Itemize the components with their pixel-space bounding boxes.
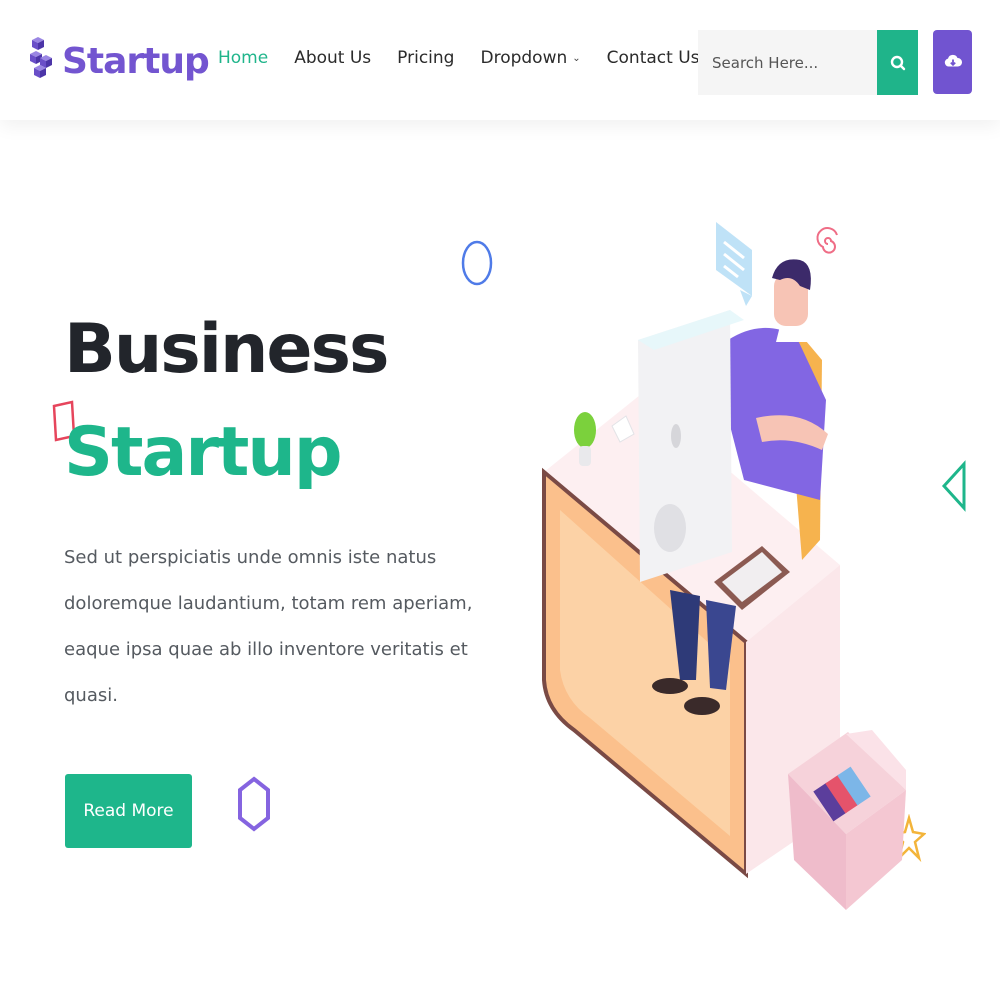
nav-item-dropdown-label: Dropdown [480,48,568,68]
nav-item-dropdown[interactable]: Dropdown ⌄ [480,48,580,68]
chevron-down-icon: ⌄ [572,52,581,64]
search-icon [890,55,905,70]
nav-item-home[interactable]: Home [218,48,268,68]
download-button[interactable] [933,30,972,94]
hero-description: Sed ut perspiciatis unde omnis iste natu… [64,547,473,706]
brand-logo[interactable]: Startup [28,34,210,88]
download-icon [944,54,962,67]
brand-name: Startup [62,40,210,82]
nav-item-about-us[interactable]: About Us [294,48,371,68]
read-more-button[interactable]: Read More [65,774,192,848]
chat-bubble-icon [716,222,752,306]
hexagon-outline-decoration [238,776,270,832]
main-nav: Home About Us Pricing Dropdown ⌄ Contact… [218,48,726,68]
nav-item-pricing[interactable]: Pricing [397,48,454,68]
startup-illustration [542,222,906,910]
cubes-logo-icon [30,37,52,78]
site-header: Startup Home About Us Pricing Dropdown ⌄… [0,0,1000,120]
hero-title-line-2: Startup [64,413,342,492]
search-button[interactable] [877,30,918,95]
hero-title-line-1: Business [64,310,390,389]
circle-outline-decoration [461,240,493,286]
search-input[interactable] [698,30,878,95]
nav-item-contact-us[interactable]: Contact Us [607,48,700,68]
